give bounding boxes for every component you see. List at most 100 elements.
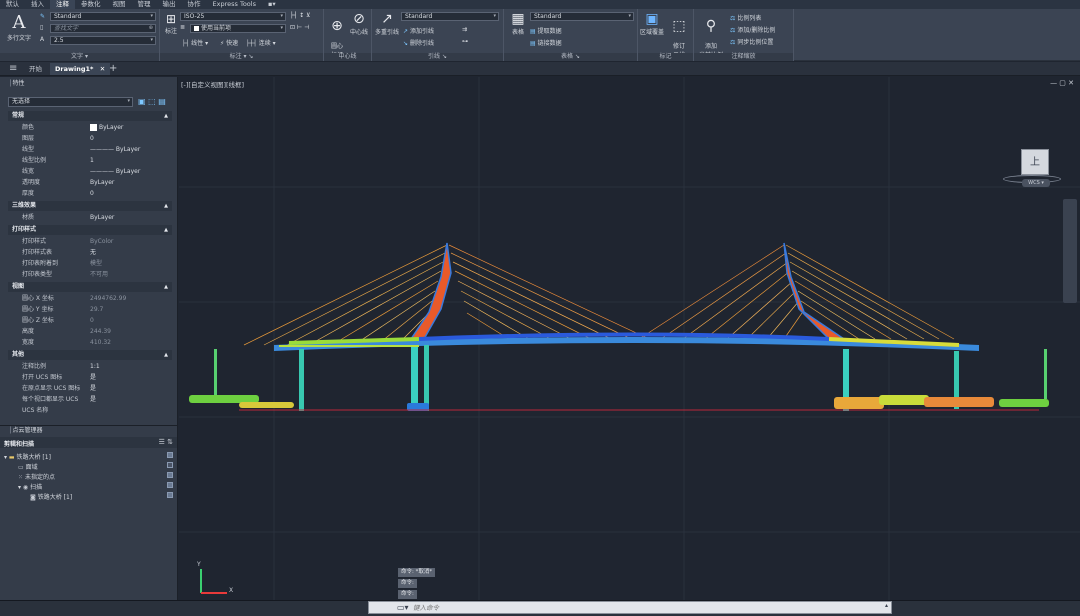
prop-row[interactable]: 圆心 Y 坐标 29.7 — [8, 304, 172, 315]
selection-select[interactable]: 无选择 ▾ — [8, 97, 133, 107]
prop-row[interactable]: 注释比例 1:1 — [8, 361, 172, 372]
extract-data-button[interactable]: ▤ 提取数据 — [530, 26, 562, 35]
prop-row[interactable]: 材质 ByLayer — [8, 212, 172, 223]
menu-item[interactable]: Express Tools — [207, 0, 262, 9]
wcs-menu[interactable]: WCS ▾ — [1022, 179, 1050, 187]
table-style-select[interactable]: Standard ▾ — [530, 12, 634, 21]
add-leader-button[interactable]: ↗ 添加引线 — [403, 26, 434, 35]
menu-item[interactable]: 输出 — [157, 0, 182, 9]
visibility-checkbox[interactable] — [167, 492, 173, 498]
visibility-checkbox[interactable] — [167, 482, 173, 488]
menu-item-active[interactable]: 注释 — [50, 0, 75, 9]
viewcube-face-top[interactable]: 上 — [1021, 149, 1049, 175]
find-text-input[interactable]: 查找文字 ⊛ — [50, 24, 156, 33]
prop-row[interactable]: 图层 0 — [8, 133, 172, 144]
leader-collect-icon[interactable]: ⊶ — [462, 38, 468, 45]
wipeout-button[interactable]: ▣ 区域覆盖 — [639, 11, 665, 36]
prop-row[interactable]: 高度 244.39 — [8, 326, 172, 337]
menu-item[interactable]: ▪▾ — [262, 0, 282, 9]
command-history-line: 命令: — [398, 579, 417, 588]
sync-scale-button[interactable]: ⚖ 同步比例位置 — [730, 37, 773, 46]
visibility-checkbox[interactable] — [167, 462, 173, 468]
prop-row[interactable]: 打开 UCS 图标是 — [8, 372, 172, 383]
prop-row[interactable]: 圆心 Z 坐标 0 — [8, 315, 172, 326]
mleader-button[interactable]: ↗ 多重引线 — [374, 11, 400, 36]
prop-row[interactable]: 打印表类型 不可用 — [8, 269, 172, 280]
revcloud-button[interactable]: ⬚ 修订 云线 — [666, 11, 692, 59]
center-mark-button[interactable]: ⊕ 圆心 标记 — [326, 11, 348, 59]
tab-drawing[interactable]: Drawing1* ✕ — [50, 63, 111, 75]
prop-row[interactable]: 宽度 410.32 — [8, 337, 172, 348]
prop-row[interactable]: 打印表附着到 模型 — [8, 258, 172, 269]
dimension-button[interactable]: ⊞ 标注 — [162, 12, 180, 35]
command-prompt-icon[interactable]: ▭▾ — [397, 603, 409, 612]
add-delete-scale-button[interactable]: ⚖ 添加/删除比例 — [730, 25, 775, 34]
prop-row[interactable]: 厚度 0 — [8, 188, 172, 199]
section-misc[interactable]: 其他 ▲ — [8, 350, 172, 360]
quick-button[interactable]: ⚡ 快速 — [220, 38, 238, 47]
tab-start[interactable]: 开始 — [24, 63, 47, 75]
menu-item[interactable]: 管理 — [132, 0, 157, 9]
add-current-scale-button[interactable]: ⚲ 添加 当前比例 — [696, 11, 726, 59]
menu-item[interactable]: 协作 — [182, 0, 207, 9]
prop-row[interactable]: 线宽 ———— ByLayer — [8, 166, 172, 177]
menu-item[interactable]: 插入 — [25, 0, 50, 9]
dim-layer-icon: ≣ — [180, 24, 186, 31]
prop-row[interactable]: 打印样式 ByColor — [8, 236, 172, 247]
svg-text:Y: Y — [196, 561, 201, 568]
prop-row[interactable]: 圆心 X 坐标 2494762.99 — [8, 293, 172, 304]
centerline-button[interactable]: ⊘ 中心线 — [348, 11, 370, 36]
quick-select-icons[interactable]: ▣ ⬚ ▤ — [138, 97, 166, 106]
tree-item-scan[interactable]: ◙ 铁路大桥 [1] — [30, 492, 72, 501]
text-style-select[interactable]: Standard ▾ — [50, 12, 156, 21]
visibility-checkbox[interactable] — [167, 472, 173, 478]
linear-button[interactable]: ├┤ 线性 ▾ — [182, 38, 208, 47]
pointcloud-subheader: 剪辑和扫描 ☰ ⇅ — [0, 437, 177, 448]
list-options-icon[interactable]: ☰ ⇅ — [159, 438, 173, 446]
prop-row[interactable]: 每个视口都显示 UCS 是 — [8, 394, 172, 405]
dimension-panel: ⊞ 标注 ISO-25 ▾ ├┤ ↕ ⊻ ≣ 使用当前项 ▾ ⊡ ⊢ ⊣ ├┤ 线性… — [160, 9, 324, 61]
command-history-line: 命令: *取消* — [398, 568, 436, 577]
table-button[interactable]: ▦ 表格 — [507, 11, 529, 36]
bridge-pointcloud: X Y — [179, 77, 1080, 600]
dim-tools-icon[interactable]: ├┤ ↕ ⊻ — [290, 12, 310, 19]
dim-layer-select[interactable]: 使用当前项 ▾ — [190, 24, 286, 33]
command-expand-icon[interactable]: ▴ — [885, 602, 888, 609]
new-tab-plus-icon[interactable]: + — [104, 63, 122, 75]
section-view[interactable]: 视图 ▲ — [8, 282, 172, 292]
section-3d[interactable]: 三维效果 ▲ — [8, 201, 172, 211]
visibility-checkbox[interactable] — [167, 452, 173, 458]
command-line[interactable]: ▭▾ ▴ — [368, 601, 892, 614]
link-data-button[interactable]: ▤ 链接数据 — [530, 38, 562, 47]
prop-row[interactable]: 打印样式表无 — [8, 247, 172, 258]
tree-item-root[interactable]: ▾ ▬ 铁路大桥 [1] — [4, 452, 51, 461]
tree-item-region[interactable]: ▭ 面域 — [18, 462, 38, 471]
section-general[interactable]: 常规 ▲ — [8, 111, 172, 121]
continue-button[interactable]: ├┼┤ 连续 ▾ — [246, 38, 276, 47]
prop-row[interactable]: 线型 ———— ByLayer — [8, 144, 172, 155]
navigation-bar[interactable] — [1063, 199, 1077, 303]
remove-leader-button[interactable]: ↘ 删除引线 — [403, 38, 434, 47]
dim-style-select[interactable]: ISO-25 ▾ — [180, 12, 286, 21]
tree-item-unassigned[interactable]: ⁙ 未指定的点 — [18, 472, 55, 481]
prop-row[interactable]: 颜色 ByLayer — [8, 122, 172, 133]
tree-item-scans[interactable]: ▾ ◉ 扫描 — [18, 482, 42, 491]
drawing-viewport[interactable]: [-][自定义视图][线框] — ▢ ✕ X Y 上 WCS ▾ 命令: *取消… — [179, 77, 1080, 600]
hamburger-menu-icon[interactable]: ≡ — [4, 63, 22, 75]
dim-tools2-icon[interactable]: ⊡ ⊢ ⊣ — [290, 24, 309, 31]
text-height-select[interactable]: 2.5 ▾ — [50, 36, 156, 45]
menu-item[interactable]: 参数化 — [75, 0, 107, 9]
prop-row[interactable]: UCS 名称 — [8, 405, 172, 416]
prop-row[interactable]: 线型比例 1 — [8, 155, 172, 166]
section-plot-style[interactable]: 打印样式 ▲ — [8, 225, 172, 235]
scale-list-button[interactable]: ⚖ 比例列表 — [730, 13, 761, 22]
menu-item[interactable]: 视图 — [107, 0, 132, 9]
menu-item[interactable]: 默认 — [0, 0, 25, 9]
leader-align-icon[interactable]: ⇉ — [462, 26, 467, 33]
prop-row[interactable]: 在原点显示 UCS 图标是 — [8, 383, 172, 394]
leader-style-select[interactable]: Standard ▾ — [401, 12, 499, 21]
command-history-line: 命令: — [398, 590, 417, 599]
prop-row[interactable]: 透明度 ByLayer — [8, 177, 172, 188]
mtext-button[interactable]: A 多行文字 — [4, 12, 34, 42]
command-input[interactable] — [413, 603, 883, 613]
